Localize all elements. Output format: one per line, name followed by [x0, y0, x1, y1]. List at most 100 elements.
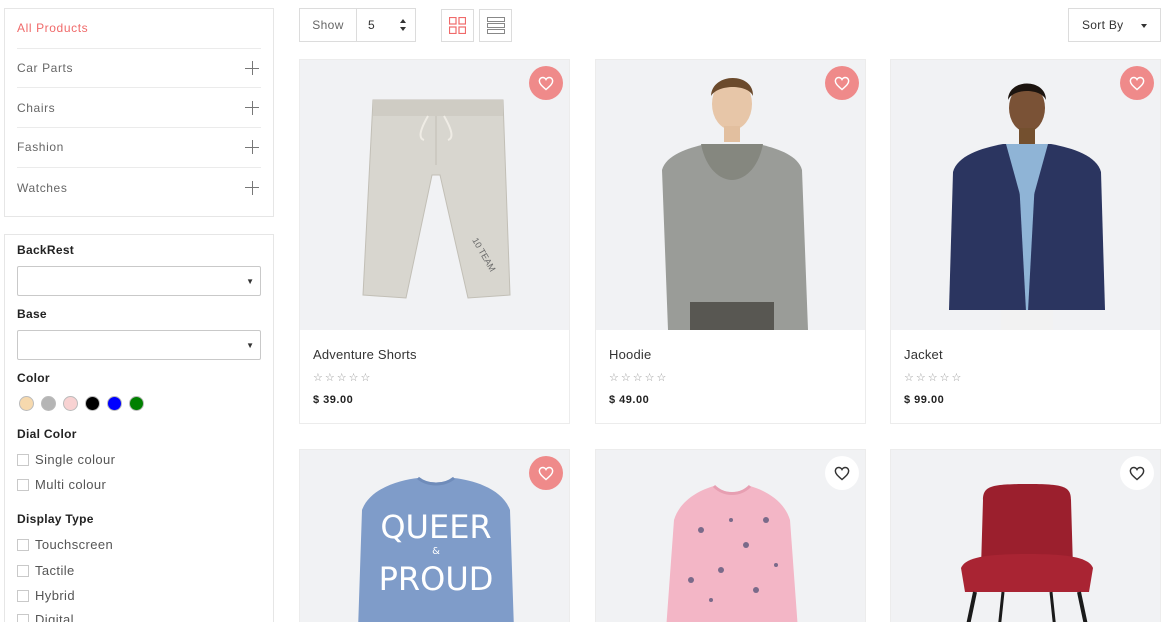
product-name[interactable]: Adventure Shorts — [313, 347, 417, 362]
caret-down-icon: ▼ — [246, 341, 254, 350]
product-image[interactable]: QUEER & PROUD — [300, 450, 569, 622]
color-swatch[interactable] — [63, 396, 78, 411]
category-chairs[interactable]: Chairs — [17, 88, 261, 129]
list-view-button[interactable] — [479, 9, 512, 42]
base-title: Base — [17, 307, 47, 321]
wishlist-button[interactable] — [529, 456, 563, 490]
show-value: 5 — [368, 18, 375, 32]
checkbox-single-colour[interactable]: Single colour — [17, 452, 115, 467]
checkbox-label: Single colour — [35, 452, 116, 467]
wishlist-button[interactable] — [1120, 456, 1154, 490]
product-image[interactable] — [891, 450, 1160, 622]
category-label: All Products — [17, 21, 89, 36]
hoodie-image — [662, 78, 808, 330]
backrest-select[interactable]: ▼ — [17, 266, 261, 296]
grid-view-button[interactable] — [441, 9, 474, 42]
category-watches[interactable]: Watches — [17, 168, 261, 208]
sort-by-dropdown[interactable]: Sort By — [1068, 8, 1161, 42]
checkbox[interactable] — [17, 564, 29, 577]
category-car-parts[interactable]: Car Parts — [17, 49, 261, 89]
checkbox[interactable] — [17, 478, 29, 491]
grid-icon — [449, 17, 466, 34]
color-swatch[interactable] — [19, 396, 34, 411]
rating-stars: ☆☆☆☆☆ — [609, 372, 669, 384]
category-list: All Products Car Parts Chairs Fashion Wa… — [4, 8, 274, 217]
checkbox[interactable] — [17, 538, 29, 551]
wishlist-button[interactable] — [825, 66, 859, 100]
base-select[interactable]: ▼ — [17, 330, 261, 360]
svg-text:&: & — [432, 546, 440, 557]
checkbox-label: Tactile — [35, 563, 75, 578]
checkbox-label: Digital — [35, 612, 74, 622]
list-icon — [486, 17, 505, 34]
show-label: Show — [300, 9, 357, 41]
show-select[interactable]: 5 — [357, 9, 415, 41]
checkbox-touchscreen[interactable]: Touchscreen — [17, 537, 113, 552]
checkbox-hybrid[interactable]: Hybrid — [17, 588, 75, 603]
heart-icon — [1129, 466, 1145, 480]
product-card[interactable]: Hoodie ☆☆☆☆☆ $ 49.00 — [595, 59, 866, 424]
color-swatch[interactable] — [85, 396, 100, 411]
dial-color-title: Dial Color — [17, 427, 77, 441]
heart-icon — [834, 466, 850, 480]
product-name[interactable]: Jacket — [904, 347, 943, 362]
svg-text:PROUD: PROUD — [379, 560, 494, 598]
wishlist-button[interactable] — [825, 456, 859, 490]
caret-down-icon: ▼ — [246, 277, 254, 286]
checkbox-multi-colour[interactable]: Multi colour — [17, 477, 106, 492]
product-image[interactable] — [891, 60, 1160, 330]
heart-icon — [1129, 76, 1145, 90]
checkbox-label: Hybrid — [35, 588, 75, 603]
plus-icon[interactable] — [245, 100, 259, 115]
checkbox-digital[interactable]: Digital — [17, 612, 74, 622]
color-swatches — [19, 396, 144, 411]
product-card[interactable] — [890, 449, 1161, 622]
color-swatch[interactable] — [129, 396, 144, 411]
jacket-image — [949, 83, 1105, 330]
product-card[interactable]: QUEER & PROUD — [299, 449, 570, 622]
product-card[interactable]: 10 TEAM Adventure Shorts ☆☆☆☆☆ $ 39.00 — [299, 59, 570, 424]
product-image[interactable] — [596, 450, 865, 622]
product-name[interactable]: Hoodie — [609, 347, 651, 362]
product-image[interactable]: 10 TEAM — [300, 60, 569, 330]
rating-stars: ☆☆☆☆☆ — [904, 372, 964, 384]
heart-icon — [538, 466, 554, 480]
wishlist-button[interactable] — [1120, 66, 1154, 100]
checkbox[interactable] — [17, 589, 29, 602]
category-label: Fashion — [17, 140, 64, 155]
category-all-products[interactable]: All Products — [17, 9, 261, 49]
updown-icon — [400, 19, 407, 31]
sort-label: Sort By — [1082, 18, 1124, 32]
category-label: Car Parts — [17, 61, 74, 76]
checkbox-label: Multi colour — [35, 477, 107, 492]
rating-stars: ☆☆☆☆☆ — [313, 372, 373, 384]
product-price: $ 39.00 — [313, 394, 354, 406]
category-fashion[interactable]: Fashion — [17, 128, 261, 168]
heart-icon — [834, 76, 850, 90]
product-image[interactable] — [596, 60, 865, 330]
checkbox-tactile[interactable]: Tactile — [17, 563, 75, 578]
heart-icon — [538, 76, 554, 90]
checkbox[interactable] — [17, 453, 29, 466]
backrest-title: BackRest — [17, 243, 75, 257]
display-type-title: Display Type — [17, 512, 94, 526]
product-card[interactable]: Jacket ☆☆☆☆☆ $ 99.00 — [890, 59, 1161, 424]
wishlist-button[interactable] — [529, 66, 563, 100]
show-per-page: Show 5 — [299, 8, 416, 42]
plus-icon[interactable] — [245, 180, 259, 195]
color-swatch[interactable] — [41, 396, 56, 411]
plus-icon[interactable] — [245, 61, 259, 76]
sweater-print: QUEER — [380, 508, 491, 546]
shorts-image: 10 TEAM — [362, 99, 511, 299]
color-title: Color — [17, 371, 50, 385]
filter-panel: BackRest ▼ Base ▼ Color Dial Color Singl… — [4, 234, 274, 622]
product-card[interactable] — [595, 449, 866, 622]
category-label: Watches — [17, 180, 68, 195]
color-swatch[interactable] — [107, 396, 122, 411]
plus-icon[interactable] — [245, 140, 259, 155]
product-price: $ 49.00 — [609, 394, 650, 406]
checkbox[interactable] — [17, 613, 29, 622]
checkbox-label: Touchscreen — [35, 537, 114, 552]
caret-down-icon — [1141, 24, 1147, 28]
product-price: $ 99.00 — [904, 394, 945, 406]
